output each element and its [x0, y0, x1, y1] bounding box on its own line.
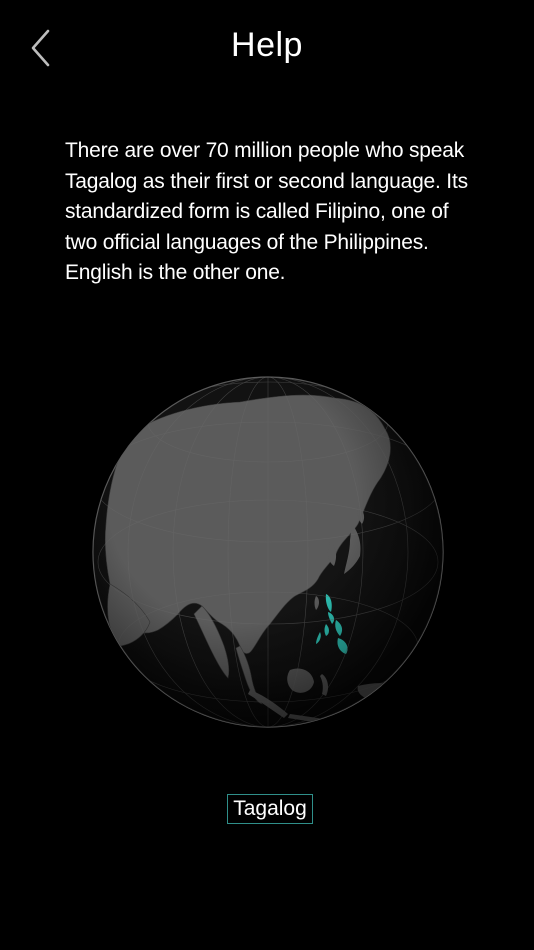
- land-africa-horn: [94, 644, 113, 680]
- header: Help: [0, 0, 534, 96]
- globe-illustration: [92, 376, 444, 728]
- globe-map[interactable]: [90, 374, 446, 730]
- land-australia: [338, 710, 408, 727]
- page-title: Help: [231, 26, 303, 64]
- language-button[interactable]: Tagalog: [227, 794, 313, 824]
- language-description: There are over 70 million people who spe…: [65, 139, 468, 284]
